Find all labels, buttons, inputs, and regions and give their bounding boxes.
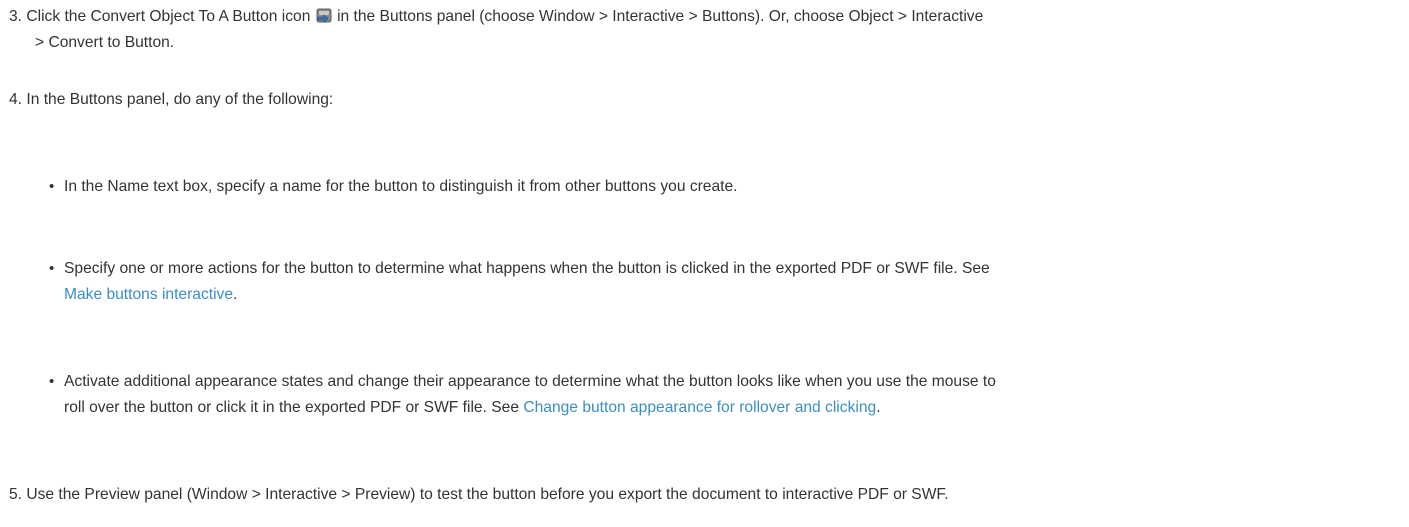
make-buttons-interactive-link[interactable]: Make buttons interactive	[64, 286, 233, 303]
step-4: 4. In the Buttons panel, do any of the f…	[9, 87, 1397, 113]
step-5-number: 5.	[9, 486, 23, 503]
change-button-appearance-link[interactable]: Change button appearance for rollover an…	[523, 399, 876, 416]
bullet-text: Specify one or more actions for the butt…	[49, 256, 1397, 308]
bullet-text-line: Specify one or more actions for the butt…	[64, 260, 990, 277]
step-3-text-start: Click the Convert Object To A Button ico…	[26, 8, 311, 25]
bullet-text-period: .	[233, 286, 238, 303]
list-item: • Specify one or more actions for the bu…	[49, 256, 1397, 308]
bullet-dot: •	[49, 178, 55, 195]
step-4-number: 4.	[9, 91, 23, 108]
bullet-dot: •	[49, 260, 55, 277]
bullet-text-line: Activate additional appearance states an…	[64, 373, 996, 390]
step-4-text: In the Buttons panel, do any of the foll…	[26, 91, 334, 108]
list-item: • In the Name text box, specify a name f…	[49, 174, 1397, 200]
bullet-text: Activate additional appearance states an…	[49, 369, 1397, 421]
step-3-text-end: in the Buttons panel (choose Window > In…	[337, 8, 984, 25]
step-3-number: 3.	[9, 8, 23, 25]
convert-to-button-icon	[316, 6, 332, 23]
step-3-text-continued: > Convert to Button.	[35, 34, 175, 51]
bullet-dot: •	[49, 373, 55, 390]
step-3: 3. Click the Convert Object To A Button …	[9, 4, 1397, 56]
bullet-text-line: roll over the button or click it in the …	[64, 399, 520, 416]
bullet-text: In the Name text box, specify a name for…	[64, 178, 738, 195]
list-item: • Activate additional appearance states …	[49, 369, 1397, 421]
bullet-text-period: .	[876, 399, 881, 416]
step-5: 5. Use the Preview panel (Window > Inter…	[9, 482, 1397, 508]
step-5-text: Use the Preview panel (Window > Interact…	[26, 486, 949, 503]
